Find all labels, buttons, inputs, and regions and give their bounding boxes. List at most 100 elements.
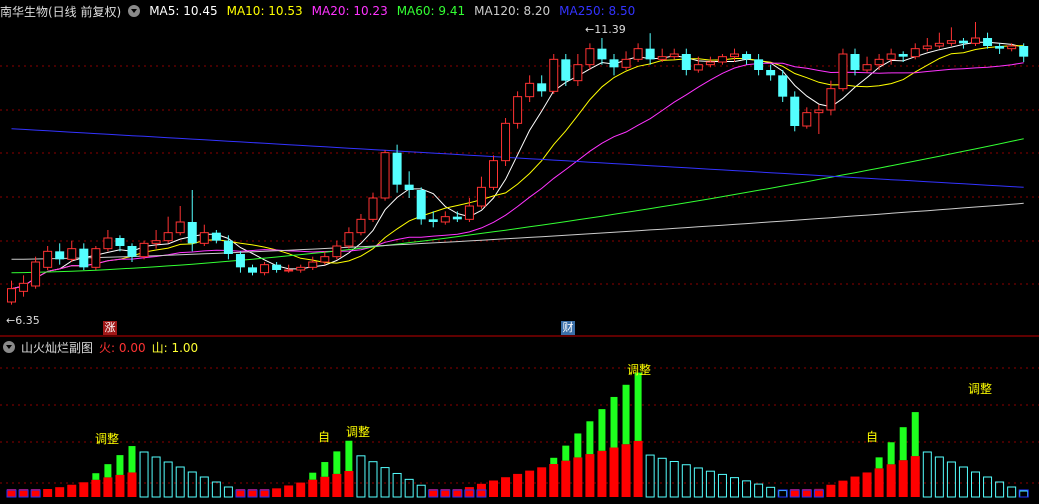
candle-body	[452, 216, 462, 220]
tiaozheng-tag: 调整	[346, 425, 371, 439]
sub-bar-green	[92, 473, 100, 480]
sub-bar	[392, 472, 402, 498]
candle	[573, 54, 583, 86]
candle-body	[476, 186, 486, 207]
candle-body	[573, 64, 583, 82]
candle-body	[67, 248, 77, 260]
candle-body	[296, 266, 306, 271]
sub-bar	[525, 470, 535, 497]
sub-bar-cyan	[742, 480, 752, 498]
high-price-label: ←11.39	[585, 23, 626, 36]
candle	[669, 48, 679, 60]
sub-bar	[621, 384, 631, 497]
sub-bar	[127, 446, 137, 497]
sub-bar-red	[464, 487, 474, 497]
candle-body	[332, 245, 342, 258]
sub-bar-cyan	[151, 456, 161, 498]
sub-bar-cyan	[958, 466, 968, 498]
main-chart[interactable]	[0, 0, 1039, 337]
sub-bar	[308, 472, 318, 497]
sub-bar-cyan	[717, 473, 727, 498]
sub-bar-cyan	[211, 481, 221, 498]
sub-bar-red	[115, 474, 125, 497]
zhang-badge[interactable]: 涨	[103, 321, 117, 335]
sub-bar	[272, 488, 282, 497]
sub-bar	[850, 476, 860, 497]
sub-bar-green	[586, 421, 594, 455]
candle-body	[766, 70, 776, 76]
sub-bar-cyan	[693, 467, 703, 498]
candle-body	[368, 197, 378, 220]
sub-bar-cyan	[754, 483, 764, 498]
sub-bar	[910, 412, 920, 497]
zi-tag: 自	[318, 430, 331, 444]
sub-bar-cyan	[934, 456, 944, 498]
ma60-line	[11, 138, 1024, 274]
cai-badge[interactable]: 财	[561, 321, 575, 335]
sub-bar-cyan	[187, 471, 197, 498]
sub-bar	[826, 484, 836, 497]
sub-bar-red	[561, 460, 571, 497]
candle-body	[43, 250, 53, 268]
sub-bar-cyan	[995, 481, 1005, 498]
candle	[645, 33, 655, 65]
ma250-label: MA250: 8.50	[559, 4, 636, 18]
sub-bar-cyan	[971, 471, 980, 498]
sub-bar-green	[333, 451, 341, 474]
candle	[525, 75, 535, 102]
collapse-icon[interactable]	[128, 5, 141, 17]
candle	[175, 206, 185, 236]
sub-bar-red	[55, 487, 65, 497]
candle-body	[922, 45, 932, 50]
sub-bar-cyan	[392, 472, 402, 498]
sub-bar-cyan	[380, 467, 390, 498]
candle	[187, 190, 197, 252]
sub-bar-red	[537, 467, 547, 497]
candle-body	[862, 64, 872, 71]
sub-bar	[1007, 486, 1017, 498]
sub-bar-green	[598, 409, 606, 451]
sub-bar-cyan	[199, 476, 209, 498]
sub-bar	[561, 445, 571, 497]
candle	[766, 64, 776, 81]
sub-bar-cyan	[368, 461, 378, 498]
sub-bar	[380, 467, 390, 498]
candle	[922, 38, 932, 52]
sub-chart[interactable]	[0, 337, 1039, 504]
candle	[609, 54, 619, 76]
sub-bar	[705, 470, 715, 498]
ma60-label: MA60: 9.41	[396, 4, 466, 18]
sub-bar-green	[104, 464, 112, 478]
sub-bar-red	[67, 484, 77, 497]
sub-bar-red	[862, 472, 872, 497]
sub-bar-green	[875, 457, 883, 469]
candle	[19, 275, 29, 297]
sub-bar-red	[344, 471, 354, 497]
sub-bar-red	[127, 472, 137, 497]
sub-bar	[946, 461, 956, 498]
ma120-line	[11, 202, 1024, 260]
candle-body	[127, 246, 137, 257]
candle	[489, 155, 498, 190]
candle	[561, 54, 571, 86]
sub-bar	[789, 489, 800, 498]
sub-legend: 山火灿烂副图 火: 0.00 山: 1.00	[0, 339, 204, 355]
sub-bar-cyan	[730, 477, 739, 498]
ma20-label: MA20: 10.23	[311, 4, 388, 18]
sub-grid	[0, 367, 1039, 484]
candle	[151, 230, 161, 249]
sub-bar-red	[308, 479, 318, 497]
sub-bar-red	[549, 464, 559, 497]
sub-bar	[440, 489, 451, 498]
sub-bar	[332, 451, 342, 497]
candle-body	[730, 53, 739, 58]
collapse-icon[interactable]	[3, 341, 15, 353]
sub-bar-red	[898, 460, 908, 497]
candle-body	[404, 184, 414, 190]
sub-bar	[693, 467, 703, 498]
sub-bar	[6, 489, 17, 498]
sub-bar	[103, 464, 113, 497]
sub-bar-green	[887, 442, 895, 465]
sub-bar	[669, 461, 679, 498]
candle	[717, 54, 727, 65]
